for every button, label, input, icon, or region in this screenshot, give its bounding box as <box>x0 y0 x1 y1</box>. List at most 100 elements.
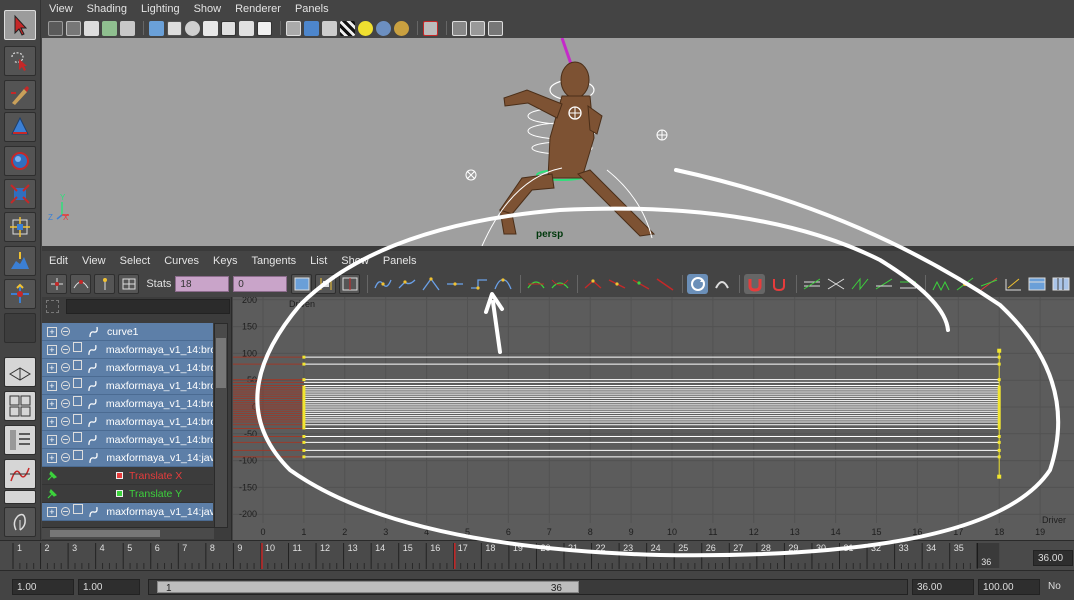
viewport-menu-view[interactable]: View <box>42 3 80 15</box>
post-infinity-cycle-offset-icon[interactable] <box>930 274 951 294</box>
expand-icon[interactable]: + <box>47 380 57 391</box>
trax-editor-icon[interactable] <box>1050 274 1071 294</box>
viewport-menu-show[interactable]: Show <box>187 3 229 15</box>
shadows-icon[interactable] <box>376 20 391 36</box>
smooth-shade-icon[interactable] <box>304 20 319 36</box>
buffer-curve-snapshot-icon[interactable] <box>525 274 546 294</box>
free-tangent-weight-icon[interactable] <box>630 274 651 294</box>
viewport-menu-shading[interactable]: Shading <box>80 3 134 15</box>
frame-playback-range-icon[interactable] <box>315 273 337 294</box>
scrollbar-thumb[interactable] <box>50 530 160 537</box>
outliner-horizontal-scrollbar[interactable] <box>42 527 214 539</box>
retime-curves-icon[interactable] <box>1002 274 1023 294</box>
graph-menu-panels[interactable]: Panels <box>376 255 424 267</box>
auto-load-selection-icon[interactable] <box>687 273 709 294</box>
select-camera-icon[interactable] <box>48 20 63 36</box>
safe-action-icon[interactable] <box>239 20 254 36</box>
current-time-field[interactable]: 36.00 <box>1033 550 1073 566</box>
pin-icon[interactable] <box>46 488 58 500</box>
scrollbar-thumb[interactable] <box>216 338 226 388</box>
move-tool-icon[interactable] <box>4 112 36 142</box>
outliner-row-node[interactable]: + maxformaya_v1_14:bro <box>42 359 213 377</box>
expand-icon[interactable]: + <box>47 452 57 463</box>
outliner-row-node[interactable]: + maxformaya_v1_14:jav <box>42 503 213 521</box>
range-slider[interactable]: 1 36 <box>148 579 908 595</box>
dope-sheet-icon[interactable] <box>1026 274 1047 294</box>
default-lighting-icon[interactable] <box>358 20 373 36</box>
expand-icon[interactable]: + <box>47 398 57 409</box>
lattice-deform-keys-icon[interactable] <box>118 273 140 294</box>
pre-infinity-cycle-offset-icon[interactable] <box>873 274 894 294</box>
show-manipulator-icon[interactable] <box>4 279 36 309</box>
expand-icon[interactable]: + <box>47 416 57 427</box>
soft-modification-icon[interactable] <box>4 246 36 276</box>
load-selected-objects-icon[interactable] <box>711 274 732 294</box>
outliner-row-node[interactable]: + maxformaya_v1_14:jav <box>42 449 213 467</box>
center-current-time-icon[interactable] <box>339 273 361 294</box>
field-chart-icon[interactable] <box>221 20 236 36</box>
unify-tangents-icon[interactable] <box>606 274 627 294</box>
plateau-tangents-icon[interactable] <box>492 274 513 294</box>
outliner-row-curve[interactable]: + curve1 <box>42 323 213 341</box>
viewport-menu-lighting[interactable]: Lighting <box>134 3 187 15</box>
graph-menu-keys[interactable]: Keys <box>206 255 244 267</box>
expand-icon[interactable]: + <box>47 362 57 373</box>
outliner-channel-translate-x[interactable]: Translate X <box>42 467 213 485</box>
break-tangents-icon[interactable] <box>582 274 603 294</box>
playback-start-field[interactable]: 1.00 <box>78 579 140 595</box>
graph-menu-tangents[interactable]: Tangents <box>245 255 304 267</box>
normalize-curves-icon[interactable] <box>801 274 822 294</box>
image-plane-icon[interactable] <box>102 20 117 36</box>
ghost-curve-icon[interactable] <box>978 274 999 294</box>
viewport-menu-panels[interactable]: Panels <box>288 3 336 15</box>
linear-tangents-icon[interactable] <box>420 274 441 294</box>
graph-editor-layout-icon[interactable] <box>4 459 36 489</box>
lock-tangent-weight-icon[interactable] <box>654 274 675 294</box>
outliner-row-node[interactable]: + maxformaya_v1_14:bro <box>42 341 213 359</box>
outliner-row-node[interactable]: + maxformaya_v1_14:bro <box>42 413 213 431</box>
graph-menu-list[interactable]: List <box>303 255 334 267</box>
gate-mask-icon[interactable] <box>203 20 218 36</box>
resolution-gate-icon[interactable] <box>185 20 200 36</box>
expand-icon[interactable]: + <box>47 434 57 445</box>
rotate-tool-icon[interactable] <box>4 146 36 176</box>
post-infinity-cycle-icon[interactable] <box>897 274 918 294</box>
value-snap-icon[interactable] <box>768 274 789 294</box>
insert-keys-tool-icon[interactable] <box>70 273 92 294</box>
outliner-row-node[interactable]: + maxformaya_v1_14:bro <box>42 377 213 395</box>
paint-select-tool-icon[interactable] <box>4 80 36 110</box>
animation-end-field[interactable]: 100.00 <box>978 579 1040 595</box>
flat-tangents-icon[interactable] <box>444 274 465 294</box>
outliner-row-node[interactable]: + maxformaya_v1_14:bro <box>42 431 213 449</box>
playback-end-field[interactable]: 36.00 <box>912 579 974 595</box>
isolate-select-icon[interactable] <box>423 20 438 36</box>
swap-buffer-curves-icon[interactable] <box>549 274 570 294</box>
camera-attributes-icon[interactable] <box>66 20 81 36</box>
pin-icon[interactable] <box>46 470 58 482</box>
character-set-label[interactable]: No <box>1044 579 1074 595</box>
move-keys-tool-icon[interactable] <box>46 273 68 294</box>
outliner-row-node[interactable]: + maxformaya_v1_14:bro <box>42 395 213 413</box>
filter-icon[interactable] <box>46 300 59 313</box>
single-pane-layout-icon[interactable] <box>4 357 36 387</box>
scale-tool-icon[interactable] <box>4 179 36 209</box>
unsnap-keys-icon[interactable] <box>954 274 975 294</box>
wireframe-icon[interactable] <box>286 20 301 36</box>
graph-menu-select[interactable]: Select <box>113 255 158 267</box>
bookmark-icon[interactable] <box>84 20 99 36</box>
denormalize-curves-icon[interactable] <box>825 274 846 294</box>
film-gate-icon[interactable] <box>167 20 182 36</box>
spline-tangents-icon[interactable] <box>372 274 393 294</box>
stats-value-field[interactable]: 0 <box>233 275 288 292</box>
animation-start-field[interactable]: 1.00 <box>12 579 74 595</box>
pre-infinity-cycle-icon[interactable] <box>849 274 870 294</box>
xray-components-icon[interactable] <box>488 20 503 36</box>
universal-manipulator-icon[interactable] <box>4 212 36 242</box>
step-tangents-icon[interactable] <box>468 274 489 294</box>
lasso-tool-icon[interactable] <box>4 46 36 76</box>
xray-joints-icon[interactable] <box>470 20 485 36</box>
four-pane-layout-icon[interactable] <box>4 391 36 421</box>
hypershade-layout-icon[interactable] <box>4 490 36 504</box>
select-tool-icon[interactable] <box>4 10 36 40</box>
two-d-pan-zoom-icon[interactable] <box>120 20 135 36</box>
